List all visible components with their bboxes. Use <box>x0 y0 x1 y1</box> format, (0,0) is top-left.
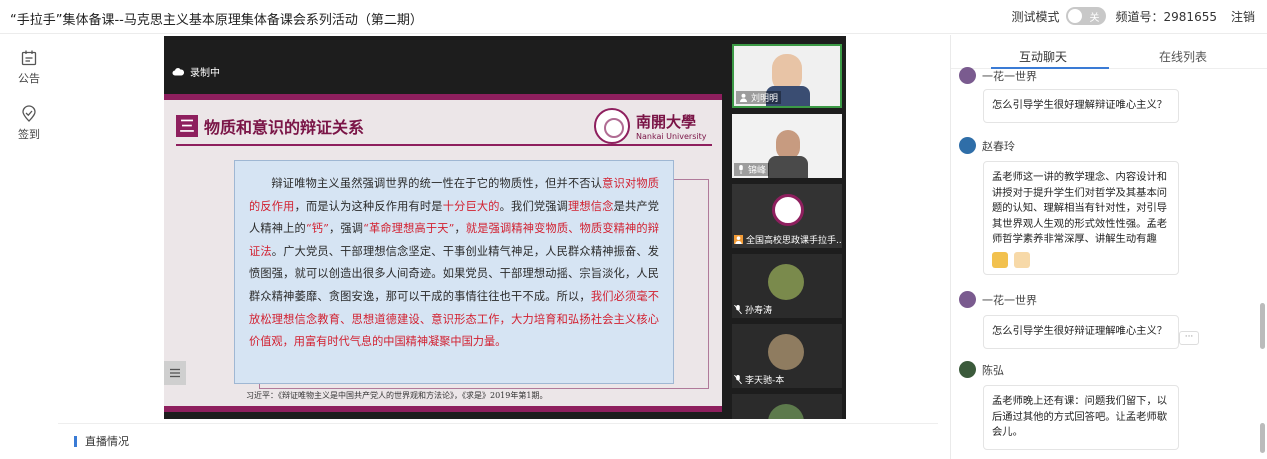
participant-name: 刘明明 <box>751 94 779 104</box>
message-more-button[interactable]: ··· <box>1179 331 1199 345</box>
tab-interactive-chat[interactable]: 互动聊天 <box>1019 48 1067 65</box>
university-name-cn: 南開大學 <box>636 113 697 131</box>
participant-avatar <box>768 334 804 370</box>
live-info-label: 直播情况 <box>85 435 129 448</box>
chat-username: 一花一世界 <box>982 293 1037 307</box>
announcement-icon <box>21 50 37 66</box>
channel-number: 频道号：2981655 <box>1115 9 1217 24</box>
app-root: “手拉手”集体备课--马克思主义基本原理集体备课会系列活动（第二期） 测试模式 … <box>0 0 1267 459</box>
chat-message-text: 孟老师这一讲的教学理念、内容设计和讲授对于提升学生们对哲学及其基本问题的认知、理… <box>992 171 1168 246</box>
participant-logo <box>772 194 804 226</box>
slide-section-number: 三 <box>176 115 198 137</box>
slide-highlight-text: 十分巨大的 <box>442 199 500 213</box>
chat-panel: 互动聊天 在线列表 一花一世界 怎么引导学生很好理解辩证唯心主义？ 赵春玲 孟老… <box>950 35 1267 459</box>
recording-label: 录制中 <box>190 68 220 79</box>
chat-tabs: 互动聊天 在线列表 <box>951 35 1267 69</box>
top-bar-controls: 测试模式 关 频道号：2981655 注销 <box>1012 7 1255 25</box>
participant-tile[interactable]: 刘明明 <box>732 44 842 108</box>
chat-message-user: 一花一世界 <box>959 67 1037 84</box>
video-stage[interactable]: 录制中 三 物质和意识的辩证关系 南開大學 Nankai University … <box>164 36 846 419</box>
university-name-en: Nankai University <box>636 132 707 141</box>
logout-link[interactable]: 注销 <box>1231 8 1255 25</box>
live-info-section[interactable]: 直播情况 <box>74 433 129 449</box>
avatar <box>959 361 976 378</box>
participant-avatar <box>768 404 804 419</box>
chat-bubble: 怎么引导学生很好辩证理解唯心主义？ <box>983 315 1179 349</box>
slide-highlight-text: 理想信念 <box>568 199 614 213</box>
participant-name: 全国高校思政课手拉手... <box>746 236 842 246</box>
slide-title: 物质和意识的辩证关系 <box>204 118 365 137</box>
chat-bubble: 孟老师这一讲的教学理念、内容设计和讲授对于提升学生们对哲学及其基本问题的认知、理… <box>983 161 1179 275</box>
section-marker <box>74 435 77 447</box>
presentation-slide: 三 物质和意识的辩证关系 南開大學 Nankai University 辩证唯物… <box>164 94 722 412</box>
toggle-knob <box>1067 9 1082 23</box>
rail-label-checkin: 签到 <box>18 128 40 141</box>
rail-item-announcement[interactable]: 公告 <box>0 49 58 86</box>
university-logo: 南開大學 Nankai University <box>594 106 718 146</box>
slide-menu-button[interactable] <box>164 361 186 385</box>
chat-message-user: 一花一世界 <box>959 291 1037 308</box>
chat-username: 一花一世界 <box>982 69 1037 83</box>
rail-label-announcement: 公告 <box>18 72 40 85</box>
chat-username: 陈弘 <box>982 363 1004 377</box>
divider <box>58 423 938 424</box>
top-bar: “手拉手”集体备课--马克思主义基本原理集体备课会系列活动（第二期） 测试模式 … <box>0 0 1267 34</box>
test-mode-label: 测试模式 <box>1011 9 1060 24</box>
list-icon <box>170 368 180 378</box>
user-icon <box>734 235 743 244</box>
participant-tile[interactable]: 李天驰-本 <box>732 324 842 388</box>
slide-highlight-text: “钙” <box>305 222 329 236</box>
participant-name: 李天驰-本 <box>745 376 785 386</box>
chat-message-user: 陈弘 <box>959 361 1004 378</box>
rail-item-checkin[interactable]: 签到 <box>0 105 58 142</box>
avatar <box>959 137 976 154</box>
recording-indicator: 录制中 <box>172 64 220 79</box>
slide-text: ， <box>454 222 466 236</box>
slide-title-rule <box>176 144 712 146</box>
avatar <box>959 291 976 308</box>
participant-tile[interactable]: 锦峰 <box>732 114 842 178</box>
chat-bubble: 孟老师晚上还有课：问题我们留下，以后通过其他的方式回答吧。让孟老师歇会儿。 <box>983 385 1179 450</box>
participant-name: 锦峰 <box>748 166 767 176</box>
chat-scrollbar-lower[interactable] <box>1260 423 1265 453</box>
thumbs-up-icon <box>1014 251 1031 268</box>
mic-icon <box>739 165 743 174</box>
slide-bottom-band <box>164 406 722 412</box>
cloud-icon <box>172 68 184 76</box>
slide-text: 。我们党强调 <box>499 199 569 213</box>
participant-video-body <box>768 156 808 178</box>
chat-scrollbar[interactable] <box>1260 303 1265 349</box>
slide-body-text: 辩证唯物主义虽然强调世界的统一性在于它的物质性，但并不否认意识对物质的反作用，而… <box>234 160 674 384</box>
toggle-state-label: 关 <box>1089 13 1100 24</box>
participant-tile[interactable]: 孙寿涛 <box>732 254 842 318</box>
participant-name: 孙寿涛 <box>745 306 773 316</box>
thumbs-up-icon <box>992 251 1008 268</box>
user-icon <box>739 93 748 102</box>
slide-text: 辩证唯物主义虽然强调世界的统一性在于它的物质性，但并不否认 <box>271 177 603 190</box>
slide-top-band <box>164 94 722 100</box>
tab-online-list[interactable]: 在线列表 <box>1159 48 1207 65</box>
mic-off-icon <box>734 375 742 384</box>
participant-avatar <box>768 264 804 300</box>
participant-tile[interactable] <box>732 394 842 419</box>
chat-bubble: 怎么引导学生很好理解辩证唯心主义？ <box>983 89 1179 123</box>
slide-heading: 三 物质和意识的辩证关系 <box>176 114 364 138</box>
slide-citation: 习近平：《辩证唯物主义是中国共产党人的世界观和方法论》，《求是》2019年第1期… <box>246 391 548 400</box>
left-rail: 公告 签到 <box>0 35 58 459</box>
mic-off-icon <box>734 305 742 314</box>
chat-message-user: 赵春玲 <box>959 137 1015 154</box>
checkin-icon <box>22 105 36 122</box>
participant-tile[interactable]: 全国高校思政课手拉手... <box>732 184 842 248</box>
page-title: “手拉手”集体备课--马克思主义基本原理集体备课会系列活动（第二期） <box>10 13 423 28</box>
university-seal-icon <box>594 108 630 144</box>
slide-text: ，强调 <box>328 222 364 236</box>
slide-text: ，而是认为这种反作用有时是 <box>294 199 443 213</box>
test-mode-toggle[interactable]: 关 <box>1065 7 1106 25</box>
slide-highlight-text: “革命理想高于天” <box>363 222 455 236</box>
avatar <box>959 67 976 84</box>
chat-username: 赵春玲 <box>982 139 1015 153</box>
